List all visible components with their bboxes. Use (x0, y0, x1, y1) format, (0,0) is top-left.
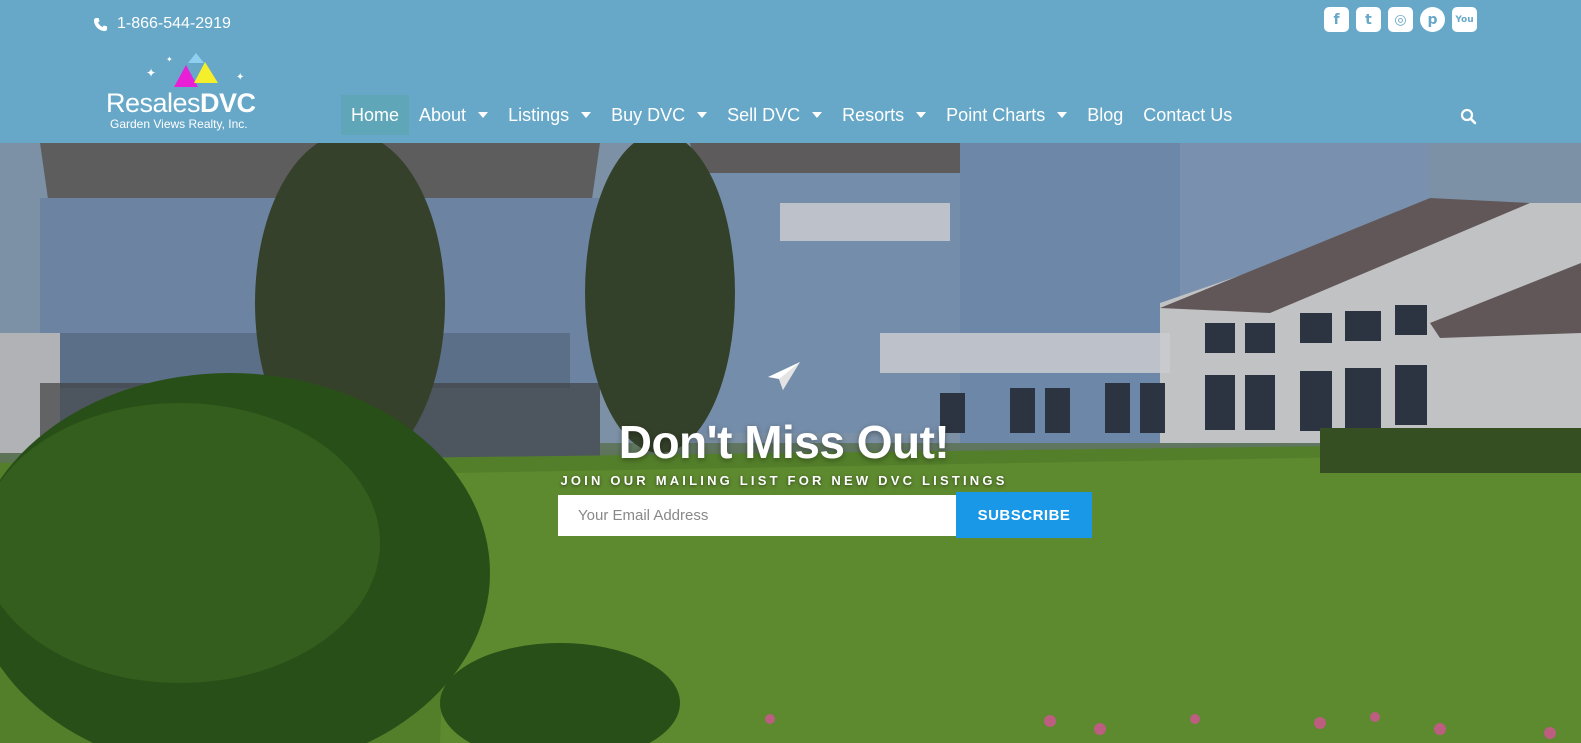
dropdown-caret-icon (697, 112, 708, 118)
hero-banner: Don't Miss Out! JOIN OUR MAILING LIST FO… (0, 143, 1581, 743)
phone-number[interactable]: 1-866-544-2919 (93, 15, 231, 33)
nav-about[interactable]: About (409, 95, 498, 135)
pinterest-icon[interactable]: p (1420, 7, 1445, 32)
dropdown-caret-icon (478, 112, 489, 118)
nav-contact-us[interactable]: Contact Us (1133, 95, 1242, 135)
nav-point-charts[interactable]: Point Charts (936, 95, 1077, 135)
dropdown-caret-icon (812, 112, 823, 118)
youtube-icon[interactable]: You (1452, 7, 1477, 32)
nav-home[interactable]: Home (341, 95, 410, 135)
hero-subtitle: JOIN OUR MAILING LIST FOR NEW DVC LISTIN… (560, 473, 1008, 488)
nav-sell-dvc[interactable]: Sell DVC (717, 95, 832, 135)
dropdown-caret-icon (581, 112, 592, 118)
main-nav: Home About Listings Buy DVC Sell DVC Res… (341, 95, 1242, 135)
dropdown-caret-icon (916, 112, 927, 118)
dropdown-caret-icon (1057, 112, 1068, 118)
phone-icon (93, 17, 108, 31)
phone-text: 1-866-544-2919 (117, 15, 231, 32)
svg-text:✦: ✦ (166, 55, 173, 64)
svg-text:✦: ✦ (146, 66, 156, 80)
email-field[interactable] (558, 495, 957, 536)
nav-blog[interactable]: Blog (1077, 95, 1133, 135)
facebook-icon[interactable]: f (1324, 7, 1349, 32)
social-links: f t ◎ p You (1324, 7, 1477, 32)
twitter-icon[interactable]: t (1356, 7, 1381, 32)
nav-listings[interactable]: Listings (498, 95, 601, 135)
svg-text:✦: ✦ (236, 72, 244, 83)
instagram-icon[interactable]: ◎ (1388, 7, 1413, 32)
nav-resorts[interactable]: Resorts (832, 95, 936, 135)
site-header: 1-866-544-2919 f t ◎ p You ✦ ✦ ✦ Resales… (0, 0, 1581, 143)
subscribe-button[interactable]: SUBSCRIBE (956, 492, 1092, 538)
search-icon[interactable] (1460, 108, 1478, 126)
logo-wordmark: ResalesDVC (106, 88, 256, 118)
paper-plane-icon (768, 362, 800, 390)
logo-tagline: Garden Views Realty, Inc. (110, 117, 248, 131)
site-logo[interactable]: ✦ ✦ ✦ ResalesDVC Garden Views Realty, In… (106, 50, 281, 135)
hero-title: Don't Miss Out! (618, 416, 950, 468)
logo-triangles-icon: ✦ ✦ ✦ (146, 53, 244, 87)
nav-buy-dvc[interactable]: Buy DVC (601, 95, 717, 135)
